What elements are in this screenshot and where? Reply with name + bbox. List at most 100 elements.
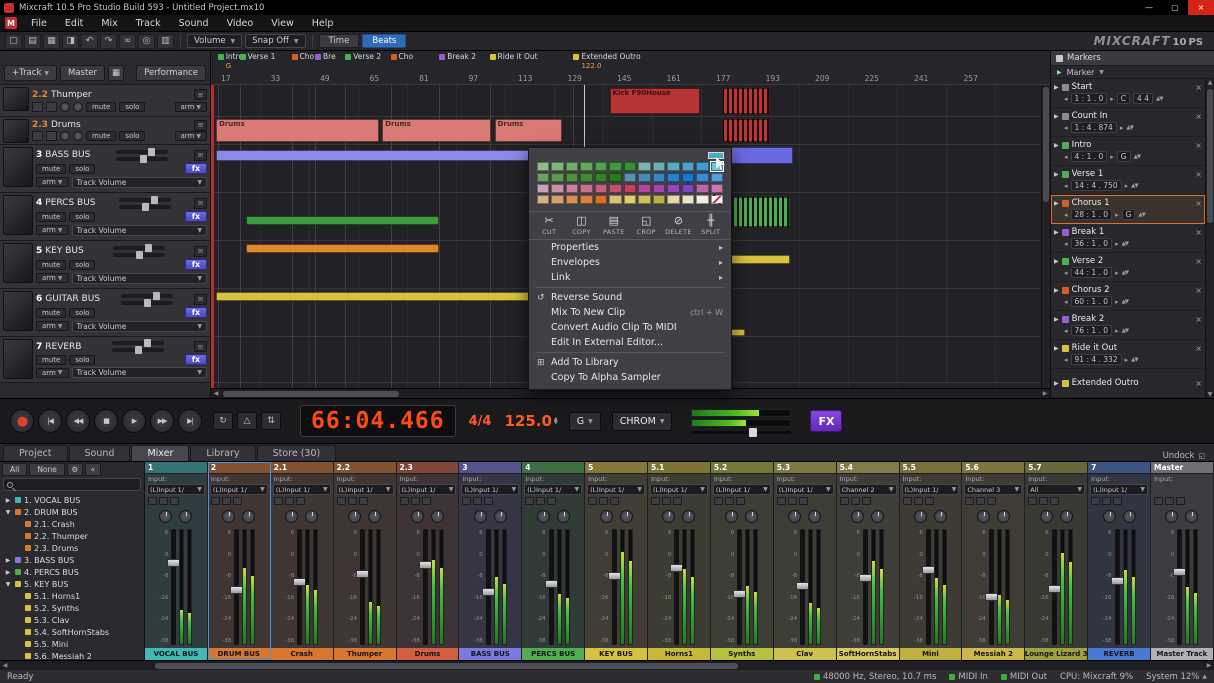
undock-button[interactable]: Undock◱ <box>1163 451 1211 461</box>
color-swatch[interactable] <box>580 184 592 193</box>
color-swatch[interactable] <box>682 162 694 171</box>
marker-position[interactable]: 76 : 1 . 0 <box>1071 325 1113 336</box>
solo-icon[interactable] <box>725 497 734 505</box>
track-volume-slider[interactable] <box>119 198 171 202</box>
color-swatch[interactable] <box>653 173 665 182</box>
tree-expand-icon[interactable]: ▼ <box>4 509 12 516</box>
marker-color-icon[interactable] <box>1062 345 1069 352</box>
input-select[interactable]: Channel 3▼ <box>964 484 1022 495</box>
marker-delete-button[interactable]: × <box>1195 315 1202 324</box>
select-all-button[interactable]: All <box>2 463 27 476</box>
marker-play-icon[interactable]: ▶ <box>1054 345 1059 352</box>
color-swatch[interactable] <box>537 162 549 171</box>
color-swatch[interactable] <box>653 184 665 193</box>
collapse-icon[interactable]: « <box>85 463 101 476</box>
track-header-guitar-bus[interactable]: 6GUITAR BUS ≡ mutesolofx arm ▼Track Volu… <box>0 289 210 337</box>
track-volume-slider[interactable] <box>112 341 164 345</box>
channel-name[interactable]: Horns1 <box>648 648 710 660</box>
audio-clip[interactable] <box>723 119 770 142</box>
channel-number[interactable]: 7 <box>1088 462 1150 474</box>
mixer-strip-mini[interactable]: 5.5 Input: (L)Input 1/▼ 60-8-16-24-38 Mi… <box>900 462 963 660</box>
arm-icon[interactable] <box>987 497 996 505</box>
waveform-icon[interactable] <box>46 102 57 112</box>
mixer-strip-drums[interactable]: 2.3 Input: (L)Input 1/▼ 60-8-16-24-38 Dr… <box>397 462 460 660</box>
add-marker-button[interactable]: ▶ Marker ▼ <box>1051 66 1214 79</box>
color-swatch[interactable] <box>551 173 563 182</box>
marker-color-icon[interactable] <box>1062 142 1069 149</box>
timeline-vscrollbar[interactable] <box>1041 85 1050 388</box>
scroll-right-icon[interactable]: ▶ <box>1040 390 1050 397</box>
tempo-spinner[interactable]: ▲▼ <box>554 417 558 425</box>
arm-button[interactable]: arm ▼ <box>36 225 69 235</box>
marker-next-icon[interactable]: ▸ <box>1125 182 1129 190</box>
color-swatch[interactable] <box>638 162 650 171</box>
marker-row-start[interactable]: ▶Start× ◂1 : 1 . 0▸C4 4▲▼ <box>1051 79 1205 108</box>
color-swatch[interactable] <box>609 173 621 182</box>
timeline-marker-flag[interactable]: Cho <box>292 52 315 61</box>
fx-button[interactable]: fx <box>185 211 207 222</box>
mixer-tree-item-5-2-synths[interactable]: 5.2. Synths <box>0 602 144 614</box>
input-select[interactable]: (L)Input 1/▼ <box>461 484 519 495</box>
track-volume-slider[interactable] <box>113 246 165 250</box>
volume-fader[interactable] <box>171 529 176 645</box>
scroll-left-icon[interactable]: ◀ <box>211 390 221 397</box>
mute-icon[interactable] <box>965 497 974 505</box>
solo-icon[interactable] <box>473 497 482 505</box>
marker-delete-button[interactable]: × <box>1195 344 1202 353</box>
marker-play-icon[interactable]: ▶ <box>1054 113 1059 120</box>
arm-icon[interactable] <box>359 497 368 505</box>
channel-number[interactable]: 5.2 <box>711 462 773 474</box>
track-volume-select[interactable]: Track Volume▼ <box>72 177 208 188</box>
track-pan-slider[interactable] <box>121 301 173 305</box>
save-project-icon[interactable]: ▦ <box>43 34 60 49</box>
mixer-strip-bass-bus[interactable]: 3 Input: (L)Input 1/▼ 60-8-16-24-38 BASS… <box>459 462 522 660</box>
pan-knob[interactable] <box>1040 510 1053 523</box>
marker-row-ride-it-out[interactable]: ▶Ride it Out× ◂91 : 4 . 332▸▲▼ <box>1051 340 1205 369</box>
metronome-button[interactable]: △ <box>237 412 257 430</box>
channel-name[interactable]: KEY BUS <box>585 648 647 660</box>
mixer-tree-item-4-percs-bus[interactable]: ▶ 4. PERCS BUS <box>0 566 144 578</box>
menu-help[interactable]: Help <box>303 15 343 31</box>
arm-icon[interactable] <box>799 497 808 505</box>
menu-file[interactable]: File <box>22 15 56 31</box>
mute-button[interactable]: mute <box>86 131 116 141</box>
channel-name[interactable]: PERCS BUS <box>522 648 584 660</box>
mixer-tree-item-1-vocal-bus[interactable]: ▶ 1. VOCAL BUS <box>0 494 144 506</box>
channel-number[interactable]: 5.7 <box>1025 462 1087 474</box>
marker-color-icon[interactable] <box>1062 287 1069 294</box>
menu-track[interactable]: Track <box>127 15 170 31</box>
mute-icon[interactable] <box>1154 497 1163 505</box>
scroll-up-icon[interactable]: ▲ <box>1206 79 1214 86</box>
channel-name[interactable]: Drums <box>397 648 459 660</box>
send-knob[interactable] <box>871 510 884 523</box>
audio-clip[interactable] <box>723 88 770 114</box>
key-select[interactable]: G▼ <box>569 412 601 431</box>
pan-knob[interactable] <box>60 131 70 141</box>
add-track-button[interactable]: +Track▼ <box>4 65 57 81</box>
pan-knob[interactable] <box>60 102 70 112</box>
scroll-down-icon[interactable]: ▼ <box>1206 391 1214 398</box>
solo-icon[interactable] <box>159 497 168 505</box>
timeline-ruler[interactable]: IntroG Verse 1 Cho Bre Verse 2 Cho Break… <box>211 51 1050 85</box>
send-knob[interactable] <box>997 510 1010 523</box>
time-mode-button[interactable]: Time <box>319 34 360 48</box>
send-knob[interactable] <box>1123 510 1136 523</box>
menu-video[interactable]: Video <box>218 15 263 31</box>
volume-fader[interactable] <box>674 529 679 645</box>
track-options-button[interactable]: ≡ <box>194 294 207 305</box>
marker-key[interactable]: C <box>1117 93 1130 104</box>
channel-number[interactable]: 5 <box>585 462 647 474</box>
color-swatch[interactable] <box>696 195 708 204</box>
mixer-tree-item-2-2-thumper[interactable]: 2.2. Thumper <box>0 530 144 542</box>
arm-icon[interactable] <box>925 497 934 505</box>
tree-expand-icon[interactable]: ▶ <box>4 569 12 576</box>
timeline-lane-drums[interactable]: DrumsDrumsDrums <box>211 117 1050 145</box>
send-knob[interactable] <box>1185 510 1198 523</box>
channel-name[interactable]: Synths <box>711 648 773 660</box>
audio-clip[interactable]: Drums <box>382 119 491 142</box>
track-header-percs-bus[interactable]: 4PERCS BUS ≡ mutesolofx arm ▼Track Volum… <box>0 193 210 241</box>
marker-color-icon[interactable] <box>1062 316 1069 323</box>
volume-fader[interactable] <box>989 529 994 645</box>
menu-item-envelopes[interactable]: Envelopes ▸ <box>529 255 731 270</box>
track-volume-select[interactable]: Track Volume▼ <box>72 273 208 284</box>
